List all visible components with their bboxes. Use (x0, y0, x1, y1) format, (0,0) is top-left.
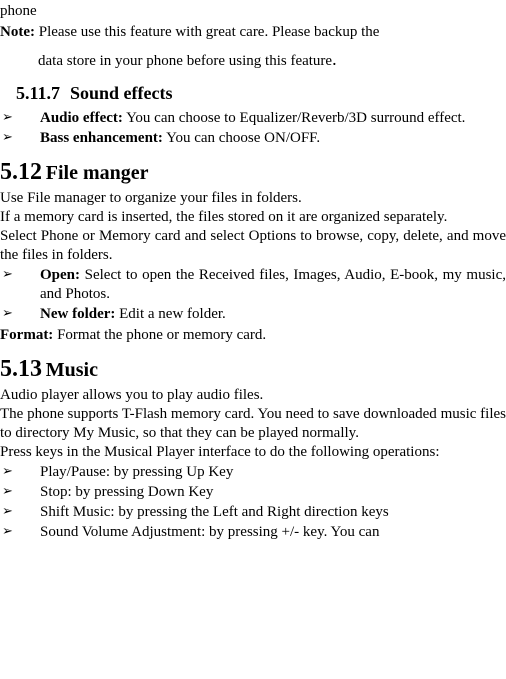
list-item: Open: Select to open the Received files,… (0, 266, 506, 304)
list-item: Shift Music: by pressing the Left and Ri… (0, 503, 506, 522)
item-text: Sound Volume Adjustment: by pressing +/-… (40, 524, 379, 540)
paragraph-5-13-2: The phone supports T-Flash memory card. … (0, 405, 506, 443)
heading-5-11-7-num: 5.11.7 (16, 83, 60, 103)
document-page: phone Note: Please use this feature with… (0, 2, 506, 551)
item-text: Edit a new folder. (115, 306, 225, 322)
format-label: Format: (0, 327, 53, 343)
note-text-2: data store in your phone before using th… (38, 53, 332, 69)
orphan-word-phone: phone (0, 2, 506, 21)
note-dot: . (332, 49, 337, 69)
note-line-1: Note: Please use this feature with great… (0, 23, 506, 42)
heading-5-13: 5.13 Music (0, 354, 506, 384)
list-item: Audio effect: You can choose to Equalize… (0, 109, 506, 128)
heading-5-12: 5.12 File manger (0, 157, 506, 187)
heading-5-13-num: 5.13 (0, 356, 42, 382)
item-label: Bass enhancement: (40, 130, 163, 146)
format-text: Format the phone or memory card. (53, 327, 266, 343)
paragraph-5-12-2: If a memory card is inserted, the files … (0, 208, 506, 227)
note-label: Note: (0, 24, 35, 40)
list-item: Stop: by pressing Down Key (0, 483, 506, 502)
list-5-12: Open: Select to open the Received files,… (0, 266, 506, 323)
list-item: Sound Volume Adjustment: by pressing +/-… (0, 523, 506, 542)
heading-5-12-title: File manger (46, 162, 149, 184)
list-item: Play/Pause: by pressing Up Key (0, 463, 506, 482)
item-label: Open: (40, 267, 80, 283)
heading-5-12-num: 5.12 (0, 159, 42, 185)
heading-5-13-title: Music (46, 359, 98, 381)
item-text: You can choose ON/OFF. (163, 130, 320, 146)
list-5-13: Play/Pause: by pressing Up Key Stop: by … (0, 463, 506, 541)
note-text-1: Please use this feature with great care.… (35, 24, 379, 40)
paragraph-5-12-3: Select Phone or Memory card and select O… (0, 227, 506, 265)
paragraph-5-12-1: Use File manager to organize your files … (0, 189, 506, 208)
format-line: Format: Format the phone or memory card. (0, 326, 506, 345)
list-item: New folder: Edit a new folder. (0, 305, 506, 324)
paragraph-5-13-3: Press keys in the Musical Player interfa… (0, 443, 506, 462)
item-text: Play/Pause: by pressing Up Key (40, 464, 233, 480)
paragraph-5-13-1: Audio player allows you to play audio fi… (0, 386, 506, 405)
item-text: You can choose to Equalizer/Reverb/3D su… (123, 110, 466, 126)
heading-5-11-7: 5.11.7 Sound effects (16, 82, 506, 105)
list-5-11-7: Audio effect: You can choose to Equalize… (0, 109, 506, 148)
item-text: Shift Music: by pressing the Left and Ri… (40, 504, 389, 520)
heading-5-11-7-title: Sound effects (70, 83, 173, 103)
item-label: New folder: (40, 306, 115, 322)
list-item: Bass enhancement: You can choose ON/OFF. (0, 129, 506, 148)
note-line-2: data store in your phone before using th… (38, 48, 506, 71)
item-label: Audio effect: (40, 110, 123, 126)
item-text: Stop: by pressing Down Key (40, 484, 213, 500)
item-text: Select to open the Received files, Image… (40, 267, 506, 302)
